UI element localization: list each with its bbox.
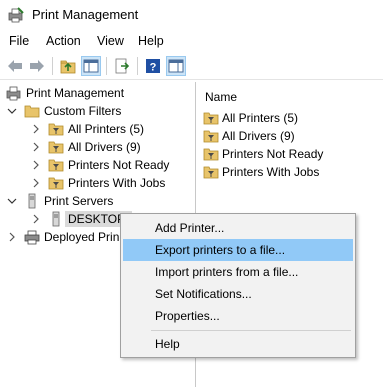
list-item[interactable]: Printers With Jobs <box>203 163 319 181</box>
list-item[interactable]: All Drivers (9) <box>203 127 295 145</box>
filter-folder-icon <box>203 164 219 180</box>
tree-item-root[interactable]: Print Management <box>6 84 124 102</box>
title-bar: Print Management <box>0 0 383 30</box>
back-arrow-icon[interactable] <box>5 56 25 76</box>
tree-item-label: Deployed Prin <box>44 230 120 244</box>
tree-item-filter[interactable]: Printers Not Ready <box>30 156 169 174</box>
menu-action[interactable]: Action <box>46 34 81 48</box>
list-item[interactable]: All Printers (5) <box>203 109 298 127</box>
tree-item-filter[interactable]: Printers With Jobs <box>30 174 165 192</box>
menu-item-add-printer[interactable]: Add Printer... <box>123 217 353 239</box>
column-header-name[interactable]: Name <box>205 90 237 104</box>
chevron-right-icon[interactable] <box>30 141 42 153</box>
tree-item-label: Print Management <box>26 86 125 100</box>
list-item-label: Printers With Jobs <box>222 165 320 179</box>
tree-item-label: All Printers (5) <box>68 122 145 136</box>
menu-item-help[interactable]: Help <box>123 333 353 355</box>
tree-item-server[interactable]: DESKTOP- <box>30 210 133 228</box>
chevron-right-icon[interactable] <box>30 213 42 225</box>
chevron-down-icon[interactable] <box>6 105 18 117</box>
chevron-right-icon[interactable] <box>6 231 18 243</box>
filter-folder-icon <box>48 139 64 155</box>
context-menu: Add Printer... Export printers to a file… <box>120 213 356 358</box>
tree-item-label: Custom Filters <box>44 104 122 118</box>
filter-folder-icon <box>48 175 64 191</box>
show-hide-tree-icon[interactable] <box>81 56 101 76</box>
filter-folder-icon <box>48 157 64 173</box>
chevron-right-icon[interactable] <box>30 177 42 189</box>
folder-icon <box>24 103 40 119</box>
filter-folder-icon <box>203 128 219 144</box>
tree-item-label: Printers Not Ready <box>68 158 170 172</box>
filter-folder-icon <box>48 121 64 137</box>
menu-help[interactable]: Help <box>138 34 164 48</box>
filter-folder-icon <box>203 110 219 126</box>
tree-item-label: Print Servers <box>44 194 114 208</box>
list-item-label: All Printers (5) <box>222 111 299 125</box>
list-item[interactable]: Printers Not Ready <box>203 145 323 163</box>
server-icon <box>24 193 40 209</box>
tree-item-label: All Drivers (9) <box>68 140 141 154</box>
toolbar: ? <box>0 52 383 80</box>
svg-text:?: ? <box>150 62 157 74</box>
menu-item-export-printers[interactable]: Export printers to a file... <box>123 239 353 261</box>
print-management-icon <box>6 85 22 101</box>
menu-item-properties[interactable]: Properties... <box>123 305 353 327</box>
menu-file[interactable]: File <box>9 34 29 48</box>
server-icon <box>48 211 64 227</box>
menu-separator <box>151 330 351 331</box>
export-list-icon[interactable] <box>112 56 132 76</box>
tree-item-filter[interactable]: All Drivers (9) <box>30 138 141 156</box>
menu-item-set-notifications[interactable]: Set Notifications... <box>123 283 353 305</box>
tree-item-print-servers[interactable]: Print Servers <box>6 192 113 210</box>
show-hide-action-pane-icon[interactable] <box>166 56 186 76</box>
menu-view[interactable]: View <box>97 34 124 48</box>
chevron-right-icon[interactable] <box>30 123 42 135</box>
printer-icon <box>24 229 40 245</box>
menu-bar: File Action View Help <box>0 30 383 52</box>
forward-arrow-icon[interactable] <box>27 56 47 76</box>
list-item-label: All Drivers (9) <box>222 129 295 143</box>
chevron-down-icon[interactable] <box>6 195 18 207</box>
help-icon[interactable]: ? <box>143 56 163 76</box>
chevron-right-icon[interactable] <box>30 159 42 171</box>
print-management-icon <box>8 7 24 23</box>
list-item-label: Printers Not Ready <box>222 147 324 161</box>
tree-item-label: Printers With Jobs <box>68 176 166 190</box>
filter-folder-icon <box>203 146 219 162</box>
up-folder-icon[interactable] <box>58 56 78 76</box>
tree-item-filter[interactable]: All Printers (5) <box>30 120 144 138</box>
tree-item-custom-filters[interactable]: Custom Filters <box>6 102 121 120</box>
tree-item-deployed-printers[interactable]: Deployed Prin <box>6 228 119 246</box>
menu-item-import-printers[interactable]: Import printers from a file... <box>123 261 353 283</box>
window-title: Print Management <box>32 7 139 22</box>
